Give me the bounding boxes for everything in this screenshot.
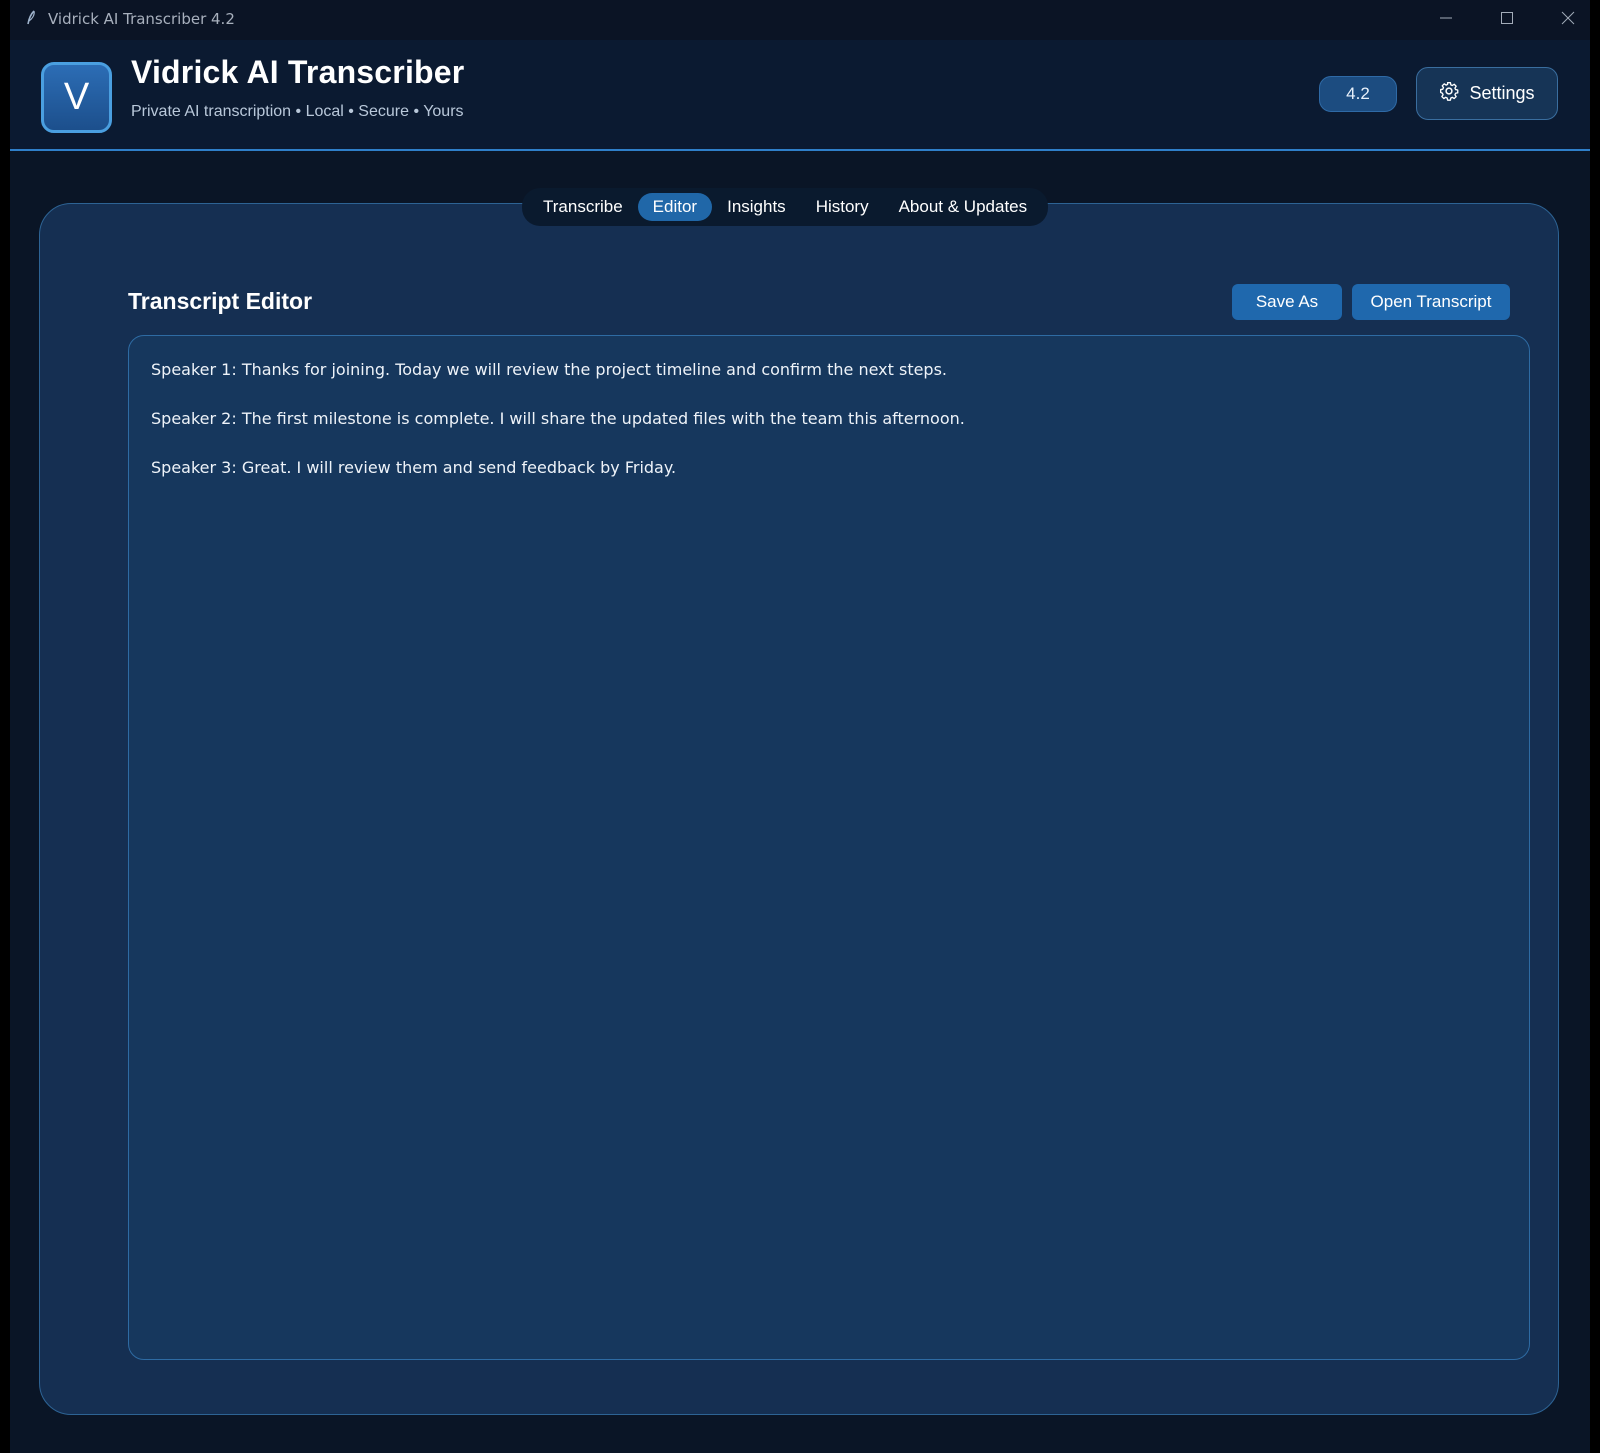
minimize-button[interactable] <box>1416 0 1476 40</box>
close-icon <box>1561 11 1575 29</box>
transcript-line: Speaker 3: Great. I will review them and… <box>151 458 677 477</box>
page-title: Transcript Editor <box>128 288 313 314</box>
tab-insights[interactable]: Insights <box>712 193 801 221</box>
gear-icon <box>1439 81 1459 106</box>
tab-editor[interactable]: Editor <box>637 193 713 221</box>
tab-about-updates[interactable]: About & Updates <box>884 193 1043 221</box>
app-title: Vidrick AI Transcriber <box>131 54 465 90</box>
version-badge: 4.2 <box>1319 76 1397 112</box>
close-button[interactable] <box>1538 0 1590 40</box>
title-bar: Vidrick AI Transcriber 4.2 <box>10 0 1590 40</box>
app-logo: V <box>41 62 112 133</box>
transcript-line: Speaker 2: The first milestone is comple… <box>151 409 965 428</box>
save-as-button[interactable]: Save As <box>1232 284 1342 320</box>
app-subtitle: Private AI transcription • Local • Secur… <box>131 103 464 120</box>
tab-bar: Transcribe Editor Insights History About… <box>522 188 1049 226</box>
transcript-textarea[interactable]: Speaker 1: Thanks for joining. Today we … <box>128 335 1530 1360</box>
app-window: Vidrick AI Transcriber 4.2 V Vidrick AI … <box>10 0 1590 1453</box>
open-transcript-button[interactable]: Open Transcript <box>1352 284 1510 320</box>
settings-button[interactable]: Settings <box>1416 67 1558 120</box>
settings-label: Settings <box>1469 83 1535 103</box>
tab-history[interactable]: History <box>801 193 884 221</box>
window-title: Vidrick AI Transcriber 4.2 <box>48 10 235 28</box>
minimize-icon <box>1439 11 1453 29</box>
tab-transcribe[interactable]: Transcribe <box>528 193 638 221</box>
transcript-line: Speaker 1: Thanks for joining. Today we … <box>151 360 948 379</box>
maximize-icon <box>1500 11 1514 29</box>
feather-icon <box>26 10 36 26</box>
maximize-button[interactable] <box>1477 0 1537 40</box>
editor-panel: Transcript Editor Save As Open Transcrip… <box>39 203 1559 1415</box>
app-header: V Vidrick AI Transcriber Private AI tran… <box>10 40 1590 151</box>
